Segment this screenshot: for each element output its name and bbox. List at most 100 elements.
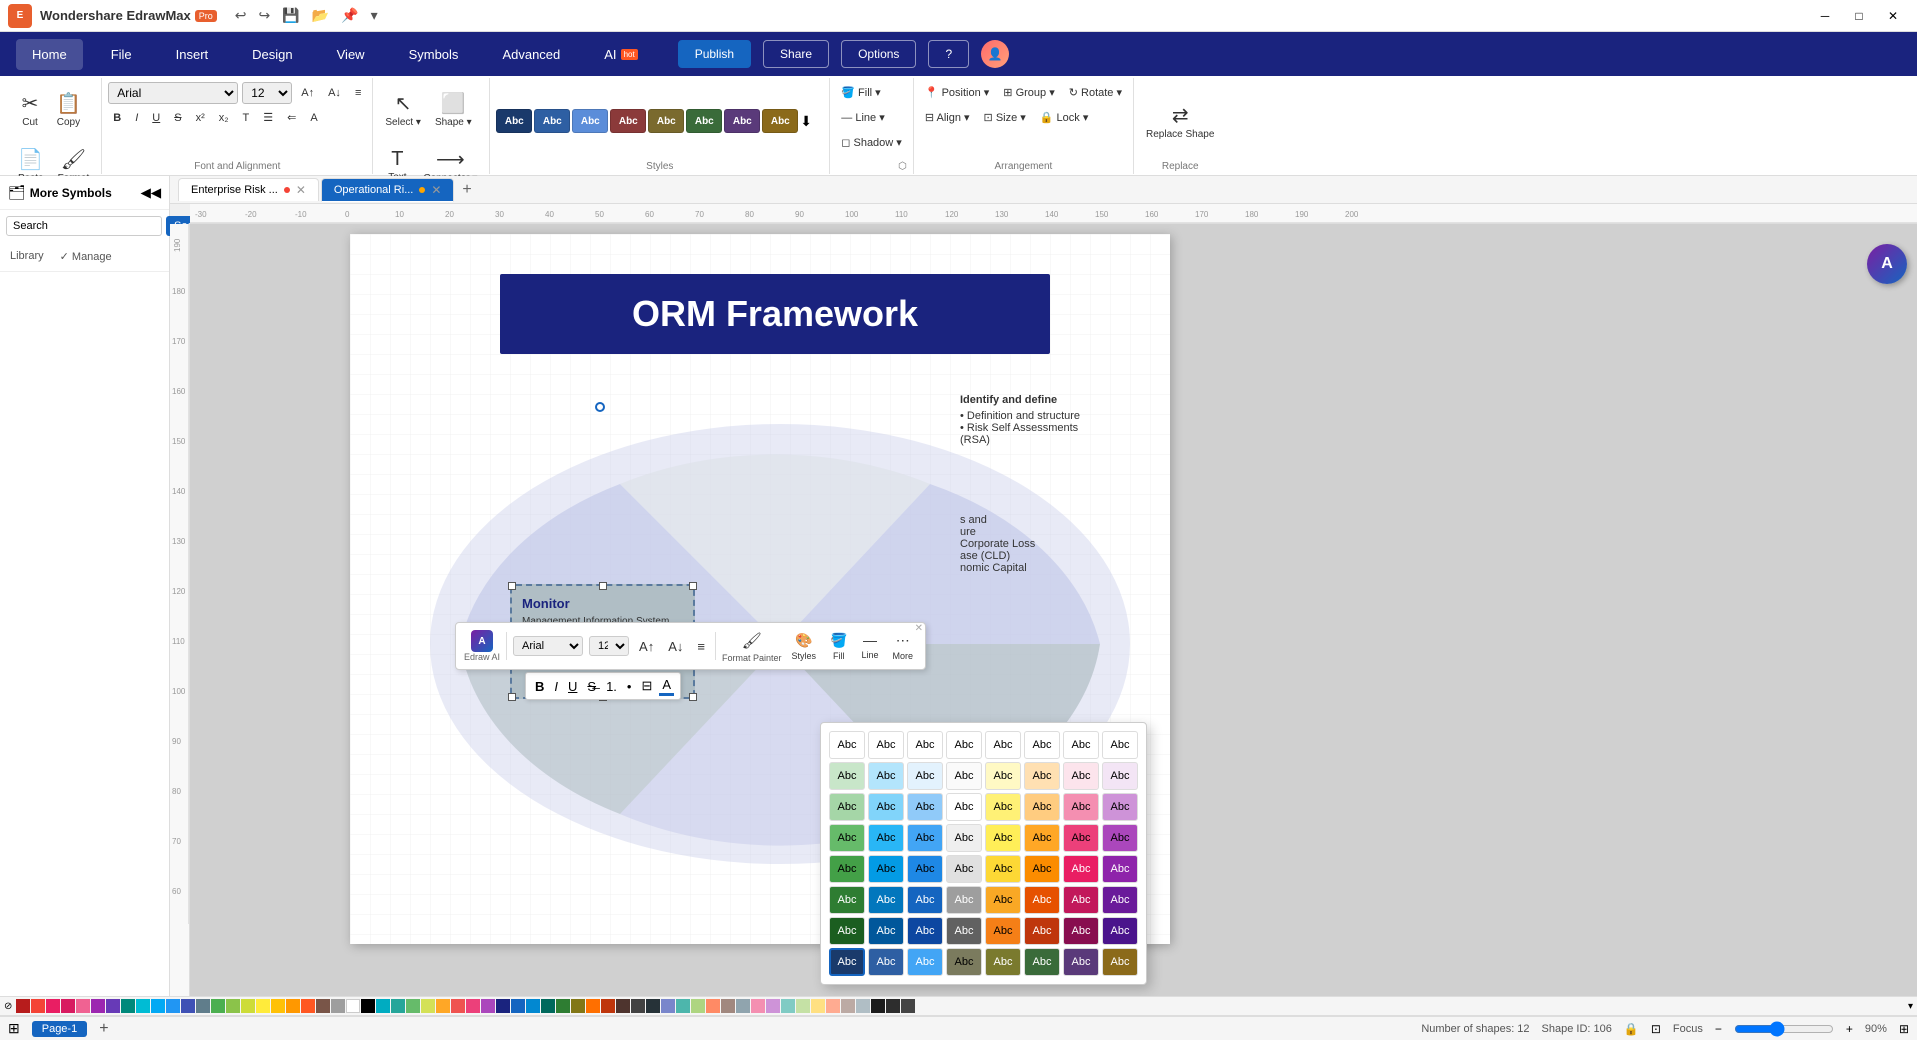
color-extra-11[interactable] <box>811 999 825 1013</box>
sidebar-manage-link[interactable]: ✓ Manage <box>56 248 116 265</box>
font-shrink-btn[interactable]: A↓ <box>323 82 346 104</box>
topbar-design-tab[interactable]: Design <box>236 39 308 70</box>
float-underline-btn[interactable]: U <box>565 676 580 696</box>
color-extra-8[interactable] <box>766 999 780 1013</box>
style-cell-4-2[interactable]: Abc <box>868 824 904 852</box>
focus-btn[interactable]: ⊡ <box>1651 1022 1661 1036</box>
style-cell-4-1[interactable]: Abc <box>829 824 865 852</box>
style-cell-3-8[interactable]: Abc <box>1102 793 1138 821</box>
more-colors-btn[interactable]: ▾ <box>1908 1001 1913 1012</box>
style-cell-1-4[interactable]: Abc <box>946 731 982 759</box>
color-extra-2[interactable] <box>676 999 690 1013</box>
color-extra-1[interactable] <box>661 999 675 1013</box>
swatch-1[interactable]: Abc <box>496 109 532 133</box>
text-align-btn[interactable]: ≡ <box>350 82 366 104</box>
color-blue-2[interactable] <box>511 999 525 1013</box>
font-size-select[interactable]: 12 <box>242 82 292 104</box>
zoom-out-btn[interactable]: − <box>1715 1022 1722 1036</box>
style-cell-7-3[interactable]: Abc <box>907 917 943 945</box>
float-close-btn[interactable]: ✕ <box>911 621 927 636</box>
style-cell-1-6[interactable]: Abc <box>1024 731 1060 759</box>
float-font-select[interactable]: Arial <box>513 636 583 656</box>
color-light-green[interactable] <box>226 999 240 1013</box>
float-ul-btn[interactable]: • <box>624 676 635 696</box>
style-cell-4-6[interactable]: Abc <box>1024 824 1060 852</box>
tab-operational-close[interactable]: ✕ <box>431 183 441 197</box>
style-cell-8-4[interactable]: Abc <box>946 948 982 976</box>
color-grey-2[interactable] <box>631 999 645 1013</box>
color-extra-13[interactable] <box>841 999 855 1013</box>
align-btn[interactable]: ⊟ Align ▾ <box>920 107 975 129</box>
superscript-btn[interactable]: x² <box>191 107 210 129</box>
color-orange-2[interactable] <box>436 999 450 1013</box>
more-title-button[interactable]: ▾ <box>365 3 384 28</box>
float-text-color-btn[interactable]: A <box>659 676 674 696</box>
color-extra-dark1[interactable] <box>871 999 885 1013</box>
float-align-btn[interactable]: ≡ <box>693 637 709 656</box>
view-toggle-btn[interactable]: ⊞ <box>8 1020 20 1037</box>
topbar-advanced-tab[interactable]: Advanced <box>486 39 576 70</box>
shadow-btn[interactable]: ◻ Shadow ▾ <box>836 132 907 154</box>
topbar-insert-tab[interactable]: Insert <box>160 39 225 70</box>
lock-view-btn[interactable]: 🔒 <box>1624 1022 1639 1036</box>
color-lime[interactable] <box>241 999 255 1013</box>
style-cell-5-1[interactable]: Abc <box>829 855 865 883</box>
canvas-container[interactable]: ORM Framework <box>190 224 1917 996</box>
float-size-select[interactable]: 12 <box>589 636 629 656</box>
style-cell-3-2[interactable]: Abc <box>868 793 904 821</box>
color-extra-4[interactable] <box>706 999 720 1013</box>
color-blue[interactable] <box>166 999 180 1013</box>
float-fill-btn[interactable]: 🪣 Fill <box>826 630 851 663</box>
color-purple-2[interactable] <box>481 999 495 1013</box>
color-extra-5[interactable] <box>721 999 735 1013</box>
style-cell-6-2[interactable]: Abc <box>868 886 904 914</box>
font-family-select[interactable]: Arial <box>108 82 238 104</box>
topbar-ai-tab[interactable]: AI hot <box>588 39 653 70</box>
sidebar-library-link[interactable]: Library <box>6 248 48 265</box>
style-cell-7-2[interactable]: Abc <box>868 917 904 945</box>
style-cell-6-5[interactable]: Abc <box>985 886 1021 914</box>
bold-btn[interactable]: B <box>108 107 126 129</box>
float-indent-btn[interactable]: ⊟ <box>638 676 655 696</box>
color-teal-dark[interactable] <box>121 999 135 1013</box>
color-pink-light[interactable] <box>76 999 90 1013</box>
style-cell-1-7[interactable]: Abc <box>1063 731 1099 759</box>
style-cell-5-4[interactable]: Abc <box>946 855 982 883</box>
style-cell-8-2[interactable]: Abc <box>868 948 904 976</box>
underline-btn[interactable]: U <box>147 107 165 129</box>
page-tab-active[interactable]: Page-1 <box>32 1021 87 1037</box>
color-red[interactable] <box>31 999 45 1013</box>
color-extra-3[interactable] <box>691 999 705 1013</box>
style-cell-3-3[interactable]: Abc <box>907 793 943 821</box>
share-button[interactable]: Share <box>763 40 829 68</box>
color-indigo[interactable] <box>181 999 195 1013</box>
swatch-8[interactable]: Abc <box>762 109 798 133</box>
style-cell-5-6[interactable]: Abc <box>1024 855 1060 883</box>
float-line-btn[interactable]: — Line <box>857 630 882 662</box>
swatch-4[interactable]: Abc <box>610 109 646 133</box>
float-shrink-btn[interactable]: A↓ <box>664 637 687 656</box>
copy-button[interactable]: 📋Copy <box>50 82 87 138</box>
ai-button[interactable]: A Edraw AI <box>464 630 500 662</box>
color-cyan-2[interactable] <box>376 999 390 1013</box>
list-btn[interactable]: ☰ <box>258 107 278 129</box>
style-cell-8-7[interactable]: Abc <box>1063 948 1099 976</box>
style-cell-2-6[interactable]: Abc <box>1024 762 1060 790</box>
color-deep-pink[interactable] <box>61 999 75 1013</box>
tab-operational[interactable]: Operational Ri... ✕ <box>321 178 455 202</box>
style-cell-3-4[interactable]: Abc <box>946 793 982 821</box>
color-pink-2[interactable] <box>466 999 480 1013</box>
redo-button[interactable]: ↪ <box>253 3 277 28</box>
style-cell-7-6[interactable]: Abc <box>1024 917 1060 945</box>
color-pink[interactable] <box>46 999 60 1013</box>
size-btn[interactable]: ⊡ Size ▾ <box>979 107 1031 129</box>
shape-tool-btn[interactable]: ⬜Shape ▾ <box>429 82 478 138</box>
swatch-3[interactable]: Abc <box>572 109 608 133</box>
sidebar-collapse-btn[interactable]: ◀◀ <box>141 185 162 201</box>
color-extra-10[interactable] <box>796 999 810 1013</box>
add-tab-button[interactable]: + <box>456 179 477 201</box>
color-navy[interactable] <box>646 999 660 1013</box>
style-cell-7-7[interactable]: Abc <box>1063 917 1099 945</box>
style-cell-4-7[interactable]: Abc <box>1063 824 1099 852</box>
fit-page-btn[interactable]: ⊞ <box>1899 1022 1909 1036</box>
